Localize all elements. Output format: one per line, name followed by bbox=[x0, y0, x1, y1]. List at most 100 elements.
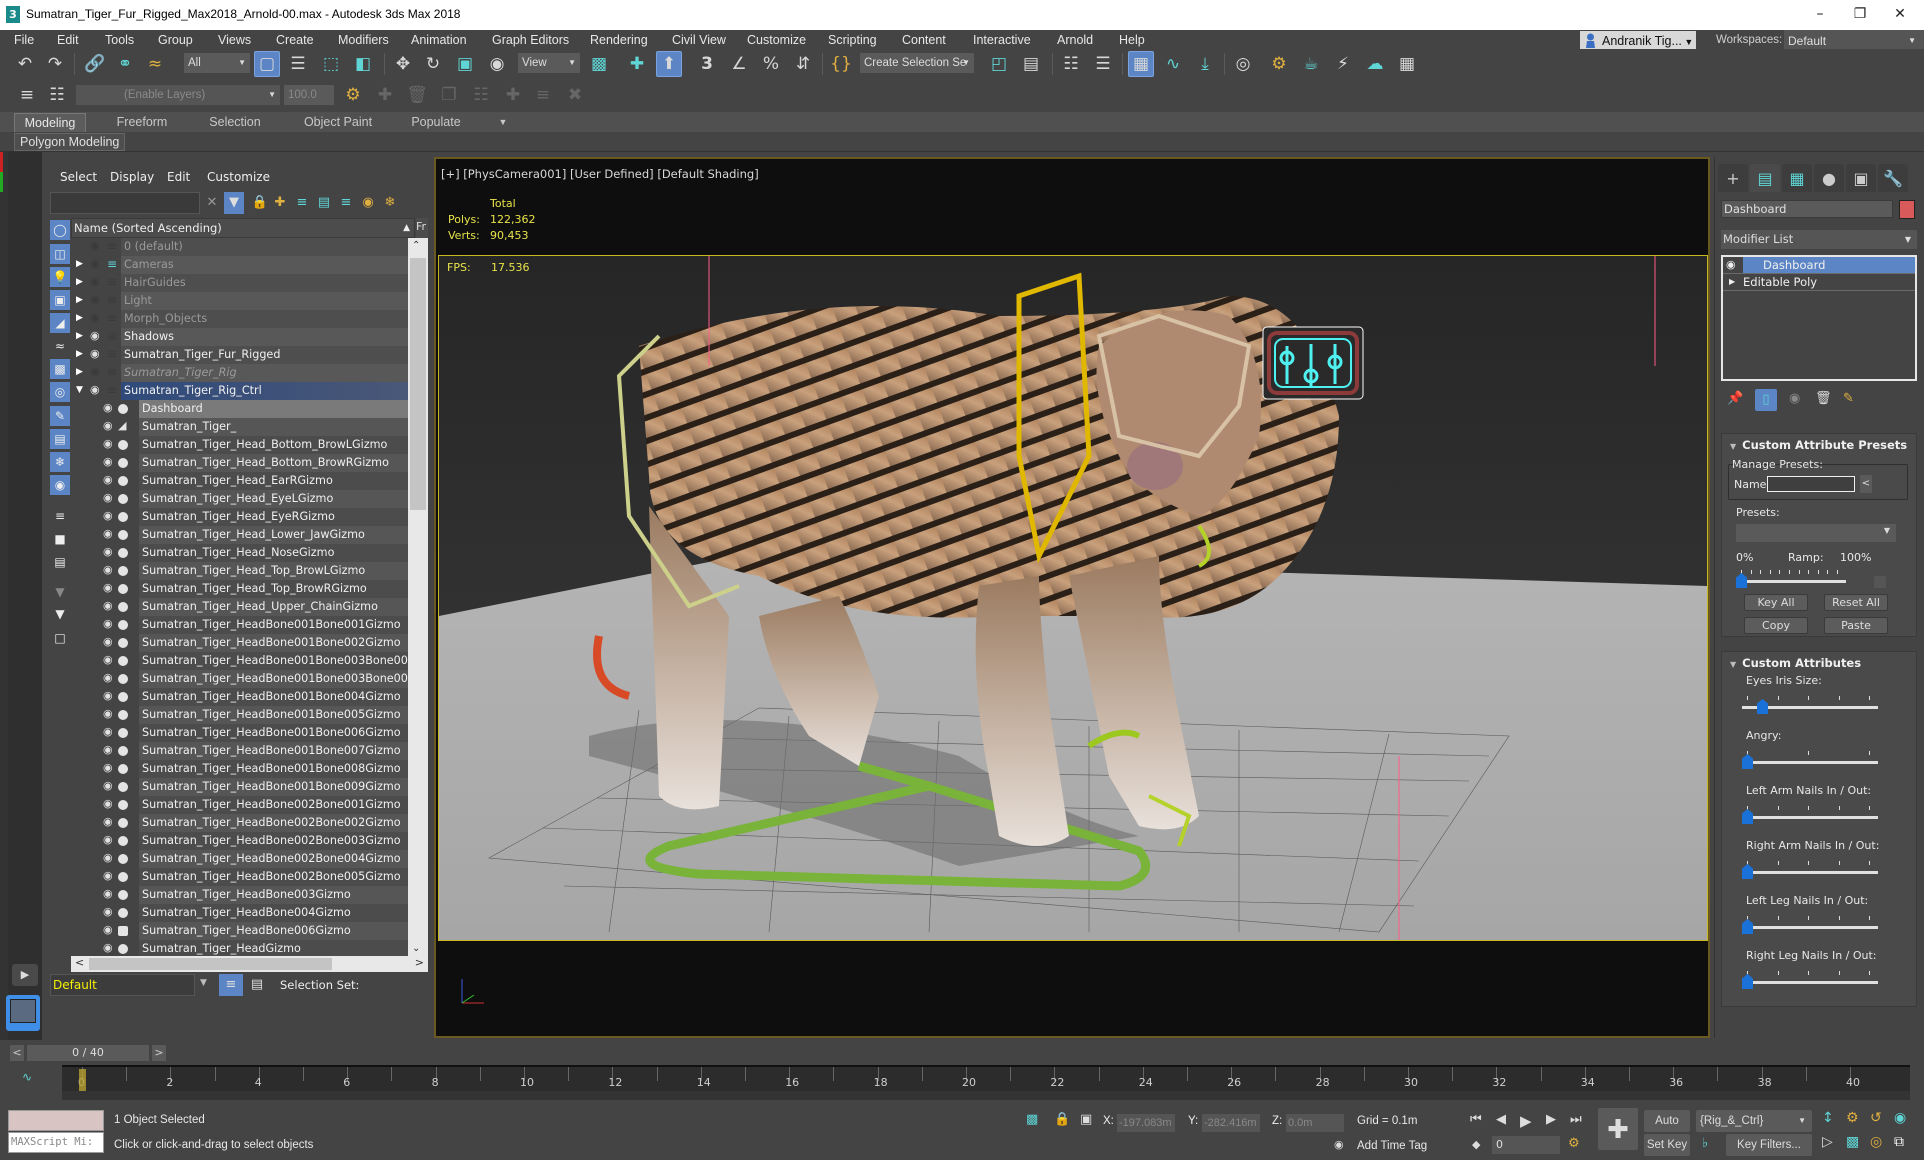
layer-icon[interactable]: ≡ bbox=[107, 257, 117, 271]
remove-modifier-icon[interactable]: 🗑 bbox=[1815, 391, 1832, 406]
make-unique-icon[interactable]: ◉ bbox=[1789, 391, 1800, 406]
isolate-selection-icon[interactable]: ▩ bbox=[1026, 1112, 1038, 1127]
active-layer-field[interactable]: Default bbox=[50, 974, 195, 996]
object-row[interactable]: ◉ Sumatran_Tiger_Head_NoseGizmo bbox=[71, 544, 408, 562]
menu-customize[interactable]: Customize bbox=[747, 33, 806, 47]
container-icon[interactable]: □ bbox=[50, 628, 70, 648]
polygon-modeling-panel[interactable]: Polygon Modeling bbox=[14, 133, 126, 151]
schematic-view-icon[interactable]: ⤓ bbox=[1192, 51, 1218, 77]
absolute-mode-icon[interactable]: ▣ bbox=[1080, 1112, 1092, 1127]
object-row[interactable]: ◉ Sumatran_Tiger_HeadGizmo bbox=[71, 940, 408, 956]
object-row[interactable]: ◉ Sumatran_Tiger_HeadBone001Bone003Bone00… bbox=[71, 652, 408, 670]
window-crossing-icon[interactable]: ◧ bbox=[350, 51, 376, 77]
viewport-label[interactable]: [+] [PhysCamera001] [User Defined] [Defa… bbox=[441, 167, 759, 181]
maximize-viewport-icon[interactable]: ⧉ bbox=[1894, 1134, 1904, 1150]
display-tab-icon[interactable]: ▣ bbox=[1846, 164, 1876, 192]
previous-frame-icon[interactable]: < bbox=[10, 1045, 24, 1061]
object-row[interactable]: ◉ Sumatran_Tiger_Head_EyeLGizmo bbox=[71, 490, 408, 508]
visibility-eye-icon[interactable]: ◉ bbox=[103, 617, 117, 630]
select-object-icon[interactable]: ▢ bbox=[254, 51, 280, 77]
display-bones-icon[interactable]: ✎ bbox=[50, 406, 70, 426]
object-row[interactable]: ◉ Sumatran_Tiger_HeadBone002Bone002Gizmo bbox=[71, 814, 408, 832]
tab-populate[interactable]: Populate bbox=[400, 113, 472, 132]
scrollbar-thumb[interactable] bbox=[89, 958, 332, 970]
visibility-eye-icon[interactable]: ◉ bbox=[103, 635, 117, 648]
visibility-eye-icon[interactable]: ◉ bbox=[90, 293, 104, 306]
frozen-column-header[interactable]: Fr bbox=[416, 218, 428, 238]
display-lights-icon[interactable]: 💡 bbox=[50, 267, 70, 287]
set-keys-icon[interactable]: ✚ bbox=[1598, 1108, 1638, 1150]
pivot-center-icon[interactable]: ▩ bbox=[586, 51, 612, 77]
attribute-slider[interactable] bbox=[1742, 851, 1878, 881]
auto-key-button[interactable]: Auto Key bbox=[1644, 1110, 1690, 1149]
display-shapes-icon[interactable]: ◫ bbox=[50, 244, 70, 264]
expand-layouts-icon[interactable]: ▶ bbox=[12, 964, 38, 986]
slider-thumb[interactable] bbox=[1742, 864, 1753, 879]
slider-track[interactable] bbox=[1742, 761, 1878, 764]
layer-row[interactable]: ▶ ◉ ≡ Sumatran_Tiger_Rig bbox=[71, 364, 408, 382]
link-icon[interactable]: 🔗 bbox=[82, 51, 108, 77]
slider-track[interactable] bbox=[1736, 580, 1846, 583]
layer-row[interactable]: ◉ ≡ 0 (default) bbox=[71, 238, 408, 256]
explorer-menu-edit[interactable]: Edit bbox=[167, 170, 190, 184]
object-row[interactable]: ◉ ◢ Sumatran_Tiger_ bbox=[71, 418, 408, 436]
place-icon[interactable]: ◉ bbox=[484, 51, 510, 77]
walk-through-icon[interactable]: ◉ bbox=[1894, 1110, 1906, 1126]
selection-filter-dropdown[interactable]: All ▼ bbox=[184, 53, 250, 73]
render-gallery-icon[interactable]: ▦ bbox=[1394, 51, 1420, 77]
preset-name-input[interactable] bbox=[1767, 476, 1855, 492]
track-bar[interactable]: 0246810121416182022242628303234363840 bbox=[62, 1065, 1910, 1103]
object-row[interactable]: ◉ Sumatran_Tiger_Head_Top_BrowLGizmo bbox=[71, 562, 408, 580]
utilities-tab-icon[interactable]: 🔧 bbox=[1878, 164, 1908, 192]
zoom-extents-icon[interactable]: ↕ bbox=[1822, 1110, 1834, 1126]
visibility-eye-icon[interactable]: ◉ bbox=[103, 869, 117, 882]
pin-stack-icon[interactable]: 📌 bbox=[1727, 391, 1743, 406]
menu-interactive[interactable]: Interactive bbox=[973, 33, 1031, 47]
menu-create[interactable]: Create bbox=[276, 33, 314, 47]
object-row[interactable]: ◉ Sumatran_Tiger_HeadBone002Bone003Gizmo bbox=[71, 832, 408, 850]
next-frame-icon[interactable]: > bbox=[152, 1045, 166, 1061]
tree-horizontal-scrollbar[interactable]: < > bbox=[71, 956, 428, 972]
menu-rendering[interactable]: Rendering bbox=[590, 33, 648, 47]
visibility-eye-icon[interactable]: ◉ bbox=[103, 455, 117, 468]
layer-row[interactable]: ▶ ◉ ≡ Morph_Objects bbox=[71, 310, 408, 328]
explorer-search-input[interactable] bbox=[50, 192, 200, 214]
key-set-dropdown[interactable]: {Rig_&_Ctrl} ▼ bbox=[1696, 1110, 1812, 1132]
key-tangent-icon[interactable]: ♭ bbox=[1702, 1136, 1708, 1151]
visibility-eye-icon[interactable]: ◉ bbox=[103, 419, 117, 432]
filter-settings-icon[interactable]: ▼ bbox=[50, 582, 70, 602]
expand-arrow-icon[interactable]: ▶ bbox=[76, 277, 86, 287]
scroll-down-icon[interactable]: ⌄ bbox=[412, 943, 420, 954]
visibility-eye-icon[interactable]: ◉ bbox=[90, 275, 104, 288]
visibility-eye-icon[interactable]: ◉ bbox=[103, 473, 117, 486]
toggle-scene-explorer-icon[interactable]: ☷ bbox=[1058, 51, 1084, 77]
add-time-tag-button[interactable]: Add Time Tag bbox=[1357, 1140, 1427, 1152]
orbit-icon[interactable]: ↺ bbox=[1870, 1110, 1882, 1126]
layer-value-spinner[interactable]: 100.0 bbox=[284, 85, 334, 105]
menu-help[interactable]: Help bbox=[1119, 33, 1145, 47]
visibility-eye-icon[interactable]: ◉ bbox=[103, 401, 117, 414]
slider-track[interactable] bbox=[1742, 871, 1878, 874]
slider-thumb[interactable] bbox=[1742, 974, 1753, 989]
configure-modifier-sets-icon[interactable]: ✎ bbox=[1843, 391, 1854, 406]
curve-editor-toggle-icon[interactable]: ∿ bbox=[22, 1070, 32, 1084]
layer-row[interactable]: ▼ ◉ ≡ Sumatran_Tiger_Rig_Ctrl bbox=[71, 382, 408, 400]
object-row[interactable]: ◉ Sumatran_Tiger_HeadBone001Bone003Bone00… bbox=[71, 670, 408, 688]
visibility-eye-icon[interactable]: ◉ bbox=[90, 365, 104, 378]
object-row[interactable]: ◉ Sumatran_Tiger_HeadBone001Bone005Gizmo bbox=[71, 706, 408, 724]
layer-icon[interactable]: ≡ bbox=[107, 365, 117, 379]
object-row[interactable]: ◉ Sumatran_Tiger_Head_EarRGizmo bbox=[71, 472, 408, 490]
slider-thumb[interactable] bbox=[1736, 573, 1747, 588]
visibility-eye-icon[interactable]: ◉ bbox=[103, 797, 117, 810]
filter-icon[interactable]: ▼ bbox=[224, 192, 244, 214]
menu-arnold[interactable]: Arnold bbox=[1057, 33, 1093, 47]
visibility-eye-icon[interactable]: ◉ bbox=[90, 311, 104, 324]
display-cameras-icon[interactable]: ▣ bbox=[50, 290, 70, 310]
select-layer-icon[interactable]: ☷ bbox=[44, 82, 70, 108]
add-to-active-layer-icon[interactable]: ≡ bbox=[292, 192, 312, 214]
slider-thumb[interactable] bbox=[1742, 754, 1753, 769]
maxscript-listener-output[interactable] bbox=[8, 1110, 104, 1131]
render-setup-icon[interactable]: ⚙ bbox=[1266, 51, 1292, 77]
explorer-menu-select[interactable]: Select bbox=[60, 170, 97, 184]
key-filters-button[interactable]: Key Filters... bbox=[1726, 1134, 1812, 1156]
